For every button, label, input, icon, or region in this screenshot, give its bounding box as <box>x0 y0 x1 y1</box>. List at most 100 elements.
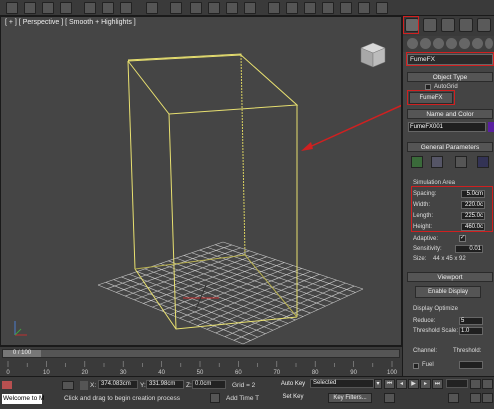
sensitivity-field[interactable]: 0.01 <box>455 245 483 253</box>
timeline-tick-label: 100 <box>387 370 398 375</box>
go-to-end-icon[interactable]: ⏭ <box>432 379 443 389</box>
viewcube[interactable] <box>360 42 386 68</box>
x-coordinate-field[interactable]: 374.083cm <box>98 380 138 389</box>
time-tag-icon[interactable] <box>210 393 220 403</box>
previous-frame-icon[interactable]: ◂ <box>396 379 407 389</box>
next-frame-icon[interactable]: ▸ <box>420 379 431 389</box>
select-move-icon[interactable] <box>84 2 96 14</box>
grid-settings-icon[interactable] <box>431 156 443 168</box>
timeline-tick-label: 90 <box>350 370 357 375</box>
perspective-viewport[interactable]: [ + ] [ Perspective ] [ Smooth + Highlig… <box>0 16 402 346</box>
curve-editor-icon[interactable] <box>322 2 334 14</box>
dropdown-arrow-icon[interactable]: ▾ <box>374 379 382 389</box>
enable-display-button[interactable]: Enable Display <box>415 286 481 298</box>
time-slider-thumb[interactable]: 0 / 100 <box>3 350 41 357</box>
snap-toggle-icon[interactable] <box>190 2 202 14</box>
reference-system-icon[interactable] <box>146 2 158 14</box>
window-crossing-icon[interactable] <box>60 2 72 14</box>
length-label: Length: <box>413 213 434 219</box>
height-label: Height: <box>413 224 433 230</box>
select-scale-icon[interactable] <box>120 2 132 14</box>
preview-icon[interactable] <box>455 156 467 168</box>
object-color-swatch[interactable] <box>488 122 494 132</box>
helpers-icon[interactable] <box>459 38 470 49</box>
hierarchy-tab-icon[interactable] <box>441 18 455 32</box>
viewport-label[interactable]: [ + ] [ Perspective ] [ Smooth + Highlig… <box>5 19 136 26</box>
mirror-icon[interactable] <box>268 2 280 14</box>
y-label: Y: <box>140 382 146 389</box>
spacing-field[interactable]: 5.0cm <box>461 190 485 198</box>
command-panel-tabs <box>403 16 494 36</box>
select-object-icon[interactable] <box>6 2 18 14</box>
pan-icon[interactable] <box>470 393 481 403</box>
track-bar[interactable]: 0 10 20 30 40 50 60 70 80 90 100 <box>2 361 400 375</box>
object-type-rollout[interactable]: Object Type <box>407 72 493 82</box>
selection-set-dropdown[interactable]: Selected <box>310 379 374 388</box>
grid-line <box>242 288 364 345</box>
auto-key-button[interactable]: Auto Key <box>278 380 308 390</box>
key-filters-button[interactable]: Key Filters... <box>328 393 372 403</box>
motion-tab-icon[interactable] <box>459 18 473 32</box>
systems-icon[interactable] <box>485 38 493 49</box>
create-tab-icon[interactable] <box>405 18 419 32</box>
width-field[interactable]: 220.0c <box>461 201 485 209</box>
object-category-dropdown[interactable]: FumeFX <box>407 54 493 65</box>
play-icon[interactable]: ▶ <box>408 379 419 389</box>
reduce-label: Reduce: <box>413 318 436 324</box>
fumefx-create-button[interactable]: FumeFX <box>409 92 453 104</box>
orbit-icon[interactable] <box>482 393 493 403</box>
spinner-snap-icon[interactable] <box>244 2 256 14</box>
z-coordinate-field[interactable]: 0.0cm <box>192 380 226 389</box>
timeline: 0 / 100 0 10 20 30 40 50 60 70 80 90 100 <box>0 346 402 376</box>
time-config-icon[interactable] <box>448 393 459 403</box>
current-frame-field[interactable] <box>446 379 468 388</box>
geometry-icon[interactable] <box>407 38 418 49</box>
pivot-center-icon[interactable] <box>170 2 182 14</box>
maxscript-mini-listener[interactable]: Welcome to M <box>2 394 44 404</box>
align-icon[interactable] <box>286 2 298 14</box>
time-slider[interactable]: 0 / 100 <box>2 349 400 358</box>
add-time-tag-button[interactable]: Add Time T <box>226 395 259 402</box>
layer-manager-icon[interactable] <box>304 2 316 14</box>
select-rotate-icon[interactable] <box>102 2 114 14</box>
selection-lock-icon[interactable] <box>62 381 74 390</box>
status-bar: Welcome to M X: 374.083cm Y: 331.98cm Z:… <box>0 376 494 409</box>
y-coordinate-field[interactable]: 331.98cm <box>146 380 184 389</box>
general-parameters-rollout[interactable]: General Parameters <box>407 142 493 152</box>
render-setup-icon[interactable] <box>376 2 388 14</box>
absolute-mode-icon[interactable] <box>80 381 88 390</box>
shapes-icon[interactable] <box>420 38 431 49</box>
angle-snap-icon[interactable] <box>208 2 220 14</box>
adaptive-checkbox[interactable]: ✓ <box>459 235 466 242</box>
cameras-icon[interactable] <box>446 38 457 49</box>
schematic-view-icon[interactable] <box>340 2 352 14</box>
select-by-name-icon[interactable] <box>24 2 36 14</box>
go-to-start-icon[interactable]: ⏮ <box>384 379 395 389</box>
display-tab-icon[interactable] <box>477 18 491 32</box>
name-color-rollout[interactable]: Name and Color <box>407 109 493 119</box>
object-name-field[interactable]: FumeFX001 <box>408 122 486 132</box>
simulation-icon[interactable] <box>411 156 423 168</box>
material-editor-icon[interactable] <box>358 2 370 14</box>
reduce-field[interactable]: 5 <box>459 317 483 325</box>
fuel-threshold-field[interactable] <box>459 361 483 369</box>
timeline-tick-label: 30 <box>120 370 127 375</box>
threshold-scale-field[interactable]: 1.0 <box>459 327 483 335</box>
modify-tab-icon[interactable] <box>423 18 437 32</box>
zoom-all-icon[interactable] <box>482 379 493 389</box>
fuel-checkbox[interactable] <box>413 363 419 369</box>
render-icon[interactable] <box>477 156 489 168</box>
space-warps-icon[interactable] <box>472 38 483 49</box>
percent-snap-icon[interactable] <box>226 2 238 14</box>
set-key-button[interactable]: Set Key <box>278 393 308 403</box>
zoom-icon[interactable] <box>470 379 481 389</box>
axis-tripod <box>14 321 27 336</box>
length-field[interactable]: 225.0c <box>461 212 485 220</box>
autogrid-checkbox[interactable] <box>425 84 431 90</box>
maxscript-listener-icon[interactable] <box>2 381 12 389</box>
key-mode-icon[interactable] <box>384 393 395 403</box>
lights-icon[interactable] <box>433 38 444 49</box>
select-region-icon[interactable] <box>42 2 54 14</box>
height-field[interactable]: 460.0c <box>461 223 485 231</box>
viewport-rollout[interactable]: Viewport <box>407 272 493 282</box>
